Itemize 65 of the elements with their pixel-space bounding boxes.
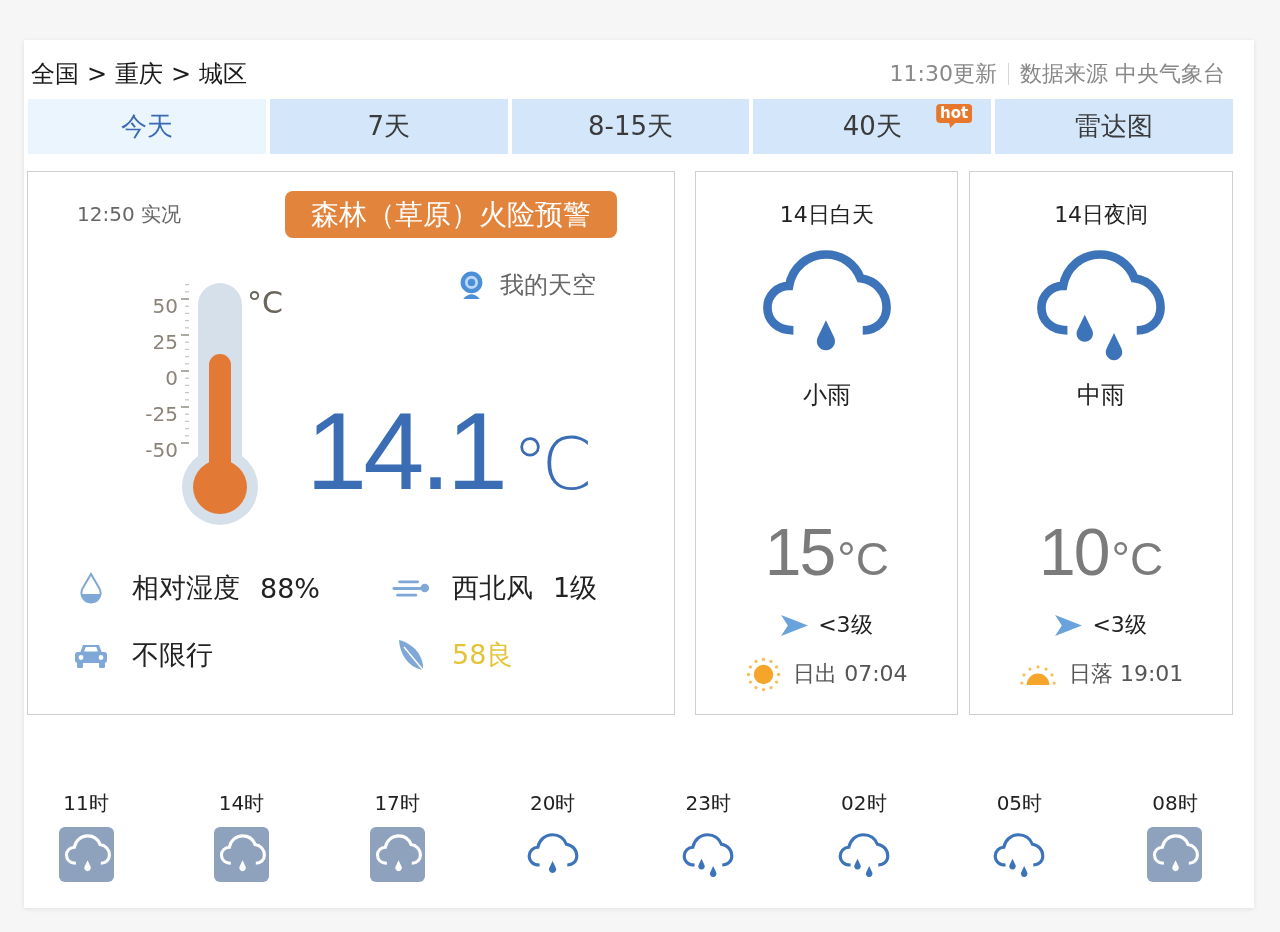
stat-value: 88% (260, 572, 320, 604)
breadcrumb-link[interactable]: 全国 (31, 58, 79, 90)
temperature-unit: ℃ (512, 426, 593, 502)
breadcrumb-link[interactable]: 城区 (199, 58, 248, 90)
wind-level: <3级 (1092, 611, 1147, 639)
scale-label: 0 (165, 365, 178, 392)
tab[interactable]: 8-15天 (511, 99, 750, 154)
scale-label: -25 (145, 401, 178, 428)
stat-label: 西北风 (452, 571, 533, 605)
tab[interactable]: 雷达图 (995, 99, 1233, 154)
breadcrumb-link[interactable]: 重庆 (115, 58, 164, 90)
forecast-temperature-unit: °C (1111, 534, 1164, 584)
hour-label: 02时 (841, 790, 887, 816)
hot-badge: hot (936, 104, 973, 128)
scale-label: 25 (152, 329, 178, 356)
hour-label: 20时 (529, 790, 576, 816)
stat-value: 1级 (553, 571, 598, 605)
rain-cloud-icon (837, 833, 890, 878)
hour-label: 17时 (374, 790, 420, 816)
hour-label: 14时 (218, 790, 265, 816)
temperature-value: 14.1 (305, 396, 505, 506)
tab[interactable]: 7天 (269, 99, 508, 154)
scale-label: -50 (145, 437, 178, 464)
my-sky-link[interactable]: 我的天空 (499, 269, 596, 301)
tick-marks-icon (180, 283, 190, 445)
period-title: 14日夜间 (1054, 201, 1149, 229)
observation-time: 12:50 实况 (77, 202, 181, 226)
webcam-icon (458, 270, 484, 300)
sun-icon (746, 656, 782, 692)
hour-label: 23时 (685, 790, 731, 816)
stat-label: 相对湿度 (132, 571, 240, 605)
drop-icon (78, 572, 104, 604)
scale-label: 50 (152, 293, 178, 320)
tab[interactable]: 40天 hot (753, 99, 992, 154)
rain-cloud-tile-icon (369, 827, 425, 882)
arrow-icon (781, 613, 809, 637)
rain-cloud-tile-icon (1147, 827, 1203, 882)
rain-cloud-tile-icon (214, 827, 270, 882)
hour-label: 05时 (996, 790, 1043, 816)
leaf-icon (396, 638, 426, 672)
breadcrumb-separator: > (171, 60, 192, 88)
stat-label: 不限行 (132, 638, 213, 672)
breadcrumb-separator: > (87, 60, 108, 88)
rain-cloud-icon (1036, 250, 1167, 363)
update-time: 11:30更新 (889, 60, 997, 88)
forecast-temperature-unit: °C (837, 534, 889, 584)
sunset-icon (1018, 662, 1057, 686)
rain-cloud-icon (993, 833, 1046, 878)
rain-cloud-icon (682, 833, 735, 878)
hour-label: 11时 (63, 790, 109, 816)
weather-text: 中雨 (1077, 380, 1126, 410)
forecast-temperature: 10 (1039, 519, 1109, 585)
sun-time: 日出 07:04 (793, 660, 908, 688)
tab[interactable]: 今天 (28, 99, 266, 154)
hour-label: 08时 (1152, 790, 1198, 816)
data-source: 数据来源 中央气象台 (1020, 60, 1225, 88)
thermometer-unit: °C (247, 288, 283, 318)
rain-cloud-tile-icon (58, 827, 114, 882)
wind-level: <3级 (818, 611, 873, 639)
weather-text: 小雨 (802, 380, 851, 410)
arrow-icon (1055, 613, 1083, 637)
stat-label: 58良 (452, 638, 514, 672)
period-title: 14日白天 (779, 201, 874, 229)
sun-time: 日落 19:01 (1068, 660, 1184, 688)
forecast-temperature: 15 (764, 519, 835, 585)
